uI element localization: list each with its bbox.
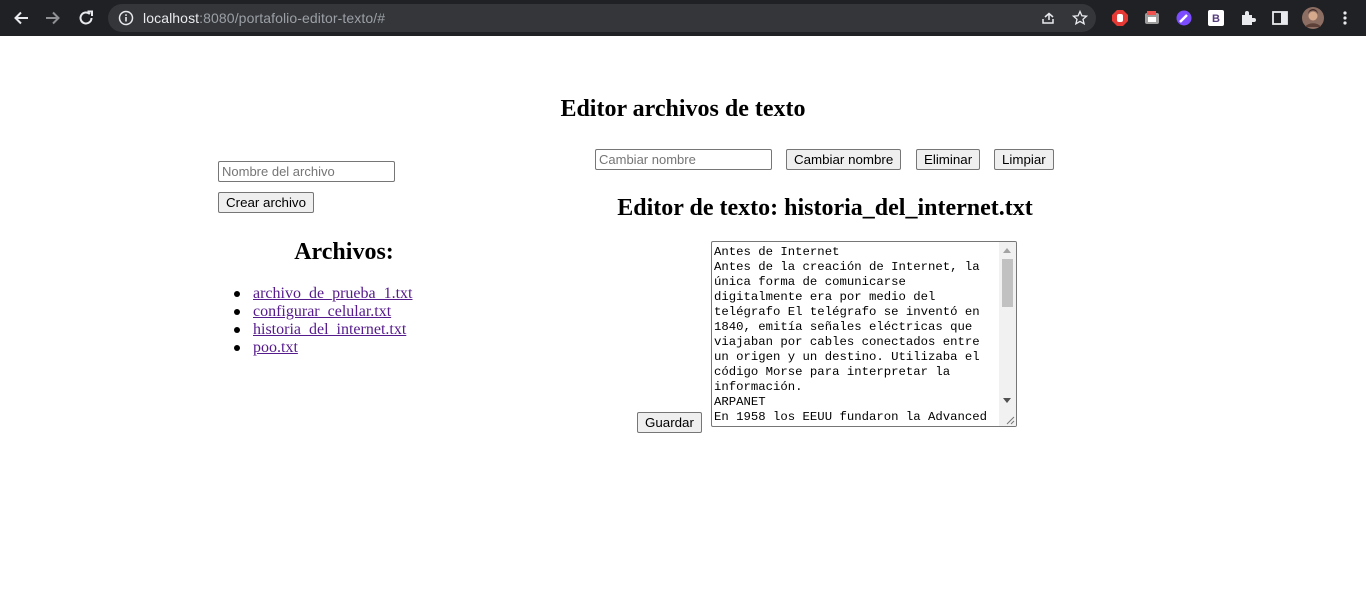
star-icon[interactable]: [1072, 10, 1088, 26]
page-title: Editor archivos de texto: [560, 96, 806, 122]
list-item: archivo_de_prueba_1.txt: [234, 285, 413, 303]
pencil-extension-icon[interactable]: [1175, 9, 1193, 27]
clear-button[interactable]: Limpiar: [994, 149, 1054, 170]
file-link[interactable]: poo.txt: [253, 339, 298, 356]
bootstrap-extension-icon[interactable]: B: [1207, 9, 1225, 27]
editor-content[interactable]: Antes de Internet Antes de la creación d…: [714, 245, 1000, 425]
browser-toolbar: localhost:8080/portafolio-editor-texto/#…: [0, 0, 1366, 36]
profile-avatar[interactable]: [1302, 7, 1324, 29]
text-editor[interactable]: Antes de Internet Antes de la creación d…: [711, 241, 1017, 427]
delete-button[interactable]: Eliminar: [916, 149, 981, 170]
side-panel-icon[interactable]: [1271, 9, 1289, 27]
forward-icon[interactable]: [41, 6, 65, 30]
scroll-up-icon[interactable]: [1003, 248, 1011, 253]
rename-button[interactable]: Cambiar nombre: [786, 149, 902, 170]
files-heading: Archivos:: [294, 239, 394, 265]
scroll-down-icon[interactable]: [1003, 398, 1011, 403]
screenshot-extension-icon[interactable]: [1143, 9, 1161, 27]
svg-text:B: B: [1212, 13, 1220, 25]
save-button[interactable]: Guardar: [637, 412, 702, 433]
list-item: poo.txt: [234, 339, 413, 357]
editor-heading: Editor de texto: historia_del_internet.t…: [617, 195, 1033, 221]
rename-input[interactable]: [595, 149, 772, 170]
scroll-thumb[interactable]: [1002, 259, 1013, 307]
reload-icon[interactable]: [74, 6, 98, 30]
filename-input[interactable]: [218, 161, 395, 182]
file-link[interactable]: configurar_celular.txt: [253, 303, 391, 320]
adblock-extension-icon[interactable]: [1111, 9, 1129, 27]
back-icon[interactable]: [9, 6, 33, 30]
file-link[interactable]: archivo_de_prueba_1.txt: [253, 285, 413, 302]
list-item: configurar_celular.txt: [234, 303, 413, 321]
url-path: :8080/portafolio-editor-texto/#: [199, 10, 386, 26]
resize-grip-icon[interactable]: [1005, 415, 1015, 425]
info-icon[interactable]: [118, 10, 134, 26]
url-host: localhost: [143, 10, 200, 26]
url-text: localhost:8080/portafolio-editor-texto/#: [143, 10, 385, 26]
kebab-menu-icon[interactable]: [1336, 9, 1354, 27]
editor-scrollbar[interactable]: [999, 242, 1016, 426]
puzzle-extensions-icon[interactable]: [1239, 9, 1257, 27]
list-item: historia_del_internet.txt: [234, 321, 413, 339]
create-file-button[interactable]: Crear archivo: [218, 192, 314, 213]
file-link[interactable]: historia_del_internet.txt: [253, 321, 406, 338]
share-icon[interactable]: [1040, 10, 1056, 26]
address-bar[interactable]: localhost:8080/portafolio-editor-texto/#: [108, 4, 1096, 32]
file-list: archivo_de_prueba_1.txt configurar_celul…: [234, 285, 413, 357]
